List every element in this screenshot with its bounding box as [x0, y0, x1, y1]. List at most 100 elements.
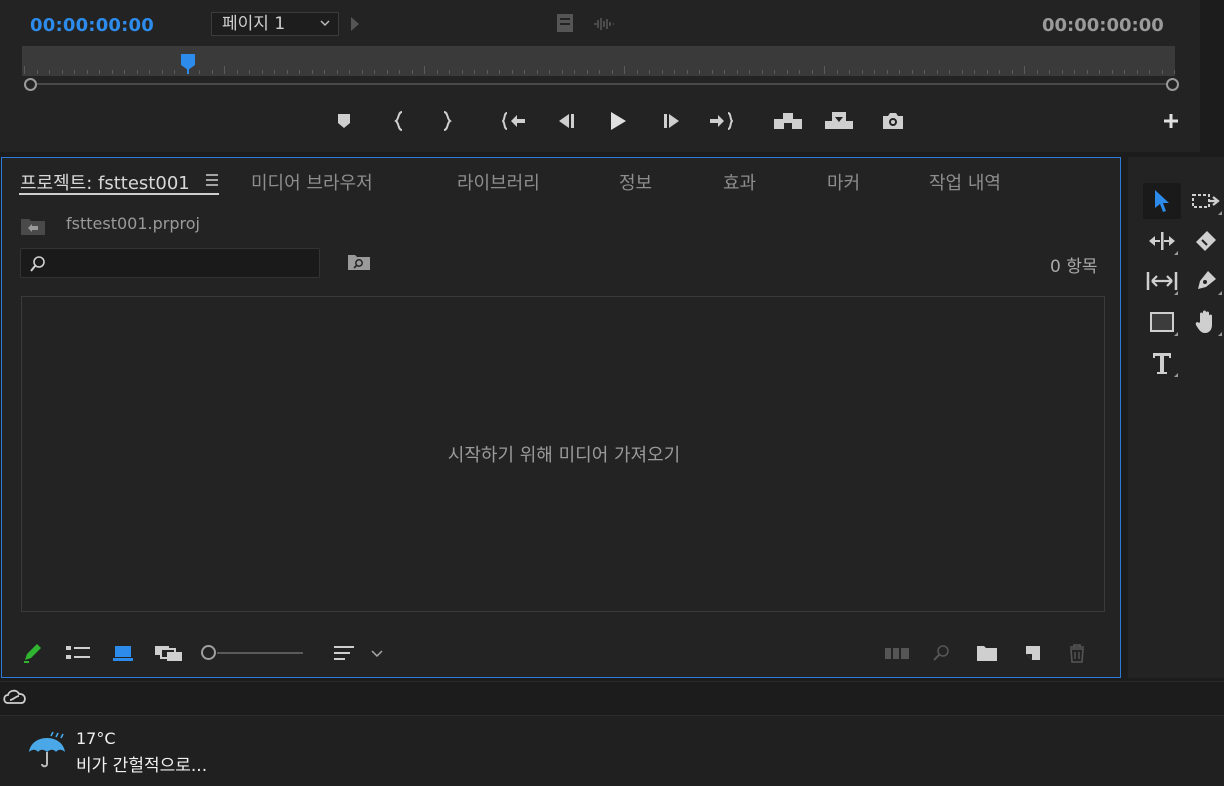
mark-out-button[interactable]: [435, 110, 459, 132]
chevron-down-icon[interactable]: [368, 642, 386, 664]
chevron-down-icon: [318, 16, 332, 30]
tab-history[interactable]: 작업 내역: [929, 169, 1001, 195]
search-field[interactable]: [20, 248, 320, 279]
track-select-tool[interactable]: [1187, 183, 1224, 219]
list-view-icon[interactable]: [64, 642, 92, 664]
ruler-tick: [874, 70, 875, 74]
ruler-tick: [211, 70, 213, 74]
ruler-tick: [974, 70, 975, 74]
new-bin-icon[interactable]: [974, 642, 1000, 664]
tab-media-browser[interactable]: 미디어 브라우저: [251, 169, 373, 195]
sort-icons-icon[interactable]: [330, 642, 358, 664]
ruler-tick: [249, 70, 250, 74]
ruler-tick: [936, 70, 938, 74]
ruler-tick: [374, 70, 375, 74]
add-marker-button[interactable]: [332, 110, 356, 132]
freeform-view-icon[interactable]: [153, 642, 185, 664]
page-select-value: 페이지 1: [222, 14, 286, 34]
panel-menu-icon[interactable]: [205, 173, 219, 187]
overwrite-button[interactable]: [824, 110, 854, 132]
ruler-tick: [36, 70, 38, 74]
ruler-tick: [124, 70, 125, 74]
drag-video-icon[interactable]: [556, 13, 574, 33]
icon-view-icon[interactable]: [110, 642, 136, 664]
zoom-slider[interactable]: [217, 652, 303, 654]
ruler-tick: [436, 70, 438, 74]
ruler-tick: [886, 70, 888, 74]
zoom-scroll-right-handle[interactable]: [1166, 78, 1179, 91]
umbrella-rain-icon[interactable]: [27, 730, 67, 770]
slip-tool[interactable]: [1143, 263, 1181, 299]
rectangle-tool[interactable]: [1143, 304, 1181, 340]
go-to-out-button[interactable]: [709, 110, 733, 132]
weather-temperature[interactable]: 17°C: [76, 729, 116, 748]
ruler-tick: [1086, 70, 1088, 74]
ruler-tick: [736, 70, 738, 74]
monitor-side-strip: [1200, 0, 1224, 152]
find-bin-icon[interactable]: [347, 253, 371, 271]
zoom-scrollbar[interactable]: [24, 83, 1174, 85]
playhead[interactable]: [180, 54, 196, 74]
ruler-tick: [324, 70, 325, 74]
zoom-scroll-left-handle[interactable]: [24, 78, 37, 91]
parent-bin-icon[interactable]: [20, 216, 46, 236]
search-input[interactable]: [51, 249, 315, 279]
ruler-tick: [699, 70, 700, 74]
new-item-icon[interactable]: [1020, 642, 1046, 664]
type-tool[interactable]: [1143, 345, 1181, 381]
ruler-tick: [74, 70, 75, 74]
hand-tool[interactable]: [1187, 304, 1224, 340]
tab-markers[interactable]: 마커: [827, 169, 860, 195]
weather-description[interactable]: 비가 간헐적으로...: [76, 751, 207, 776]
tab-effects[interactable]: 효과: [723, 169, 756, 195]
ruler-tick: [86, 70, 88, 74]
ruler-tick: [1099, 70, 1100, 74]
ruler-tick: [561, 70, 563, 74]
zoom-slider-handle[interactable]: [201, 645, 216, 660]
page-select[interactable]: 페이지 1: [211, 12, 339, 36]
ruler-tick: [399, 70, 400, 74]
status-bar: [0, 681, 1224, 716]
add-button-icon[interactable]: [1159, 110, 1183, 132]
ruler-tick: [261, 70, 263, 74]
ruler-tick: [924, 70, 925, 74]
ruler-tick: [24, 66, 25, 74]
ruler-tick: [174, 70, 175, 74]
ruler-tick: [461, 70, 463, 74]
razor-tool[interactable]: [1187, 223, 1224, 259]
step-back-button[interactable]: [554, 110, 578, 132]
ruler-tick: [161, 70, 163, 74]
ruler-tick: [799, 70, 800, 74]
tab-libraries[interactable]: 라이브러리: [457, 169, 540, 195]
media-drop-area[interactable]: 시작하기 위해 미디어 가져오기: [21, 296, 1105, 612]
item-count: 0 항목: [1050, 257, 1098, 277]
ruler-tick: [836, 70, 838, 74]
current-timecode[interactable]: 00:00:00:00: [30, 15, 154, 36]
write-on-pencil-icon[interactable]: [20, 642, 44, 664]
ruler-tick: [674, 70, 675, 74]
find-icon: [930, 642, 952, 664]
mark-in-button[interactable]: [387, 110, 411, 132]
project-panel: 프로젝트: fsttest001 미디어 브라우저 라이브러리 정보 효과 마커…: [1, 157, 1121, 678]
export-frame-camera-icon[interactable]: [881, 110, 905, 132]
go-to-in-button[interactable]: [502, 110, 526, 132]
play-button[interactable]: [606, 110, 630, 132]
automate-to-sequence-icon: [883, 642, 911, 664]
ripple-edit-tool[interactable]: [1143, 223, 1181, 259]
ruler-tick: [1049, 70, 1050, 74]
tab-project[interactable]: 프로젝트: fsttest001: [20, 169, 190, 195]
ruler-tick: [961, 70, 963, 74]
selection-tool[interactable]: [1143, 183, 1181, 219]
ruler-tick: [61, 70, 63, 74]
tab-info[interactable]: 정보: [619, 169, 652, 195]
import-media-hint: 시작하기 위해 미디어 가져오기: [447, 445, 681, 466]
pen-tool[interactable]: [1187, 263, 1224, 299]
ruler-tick: [136, 70, 138, 74]
ruler-tick: [236, 70, 238, 74]
ruler-tick: [999, 70, 1000, 74]
drag-audio-icon[interactable]: [593, 16, 615, 32]
creative-cloud-icon[interactable]: [2, 687, 28, 707]
page-play-icon[interactable]: [349, 16, 361, 32]
insert-button[interactable]: [773, 110, 803, 132]
step-forward-button[interactable]: [660, 110, 684, 132]
